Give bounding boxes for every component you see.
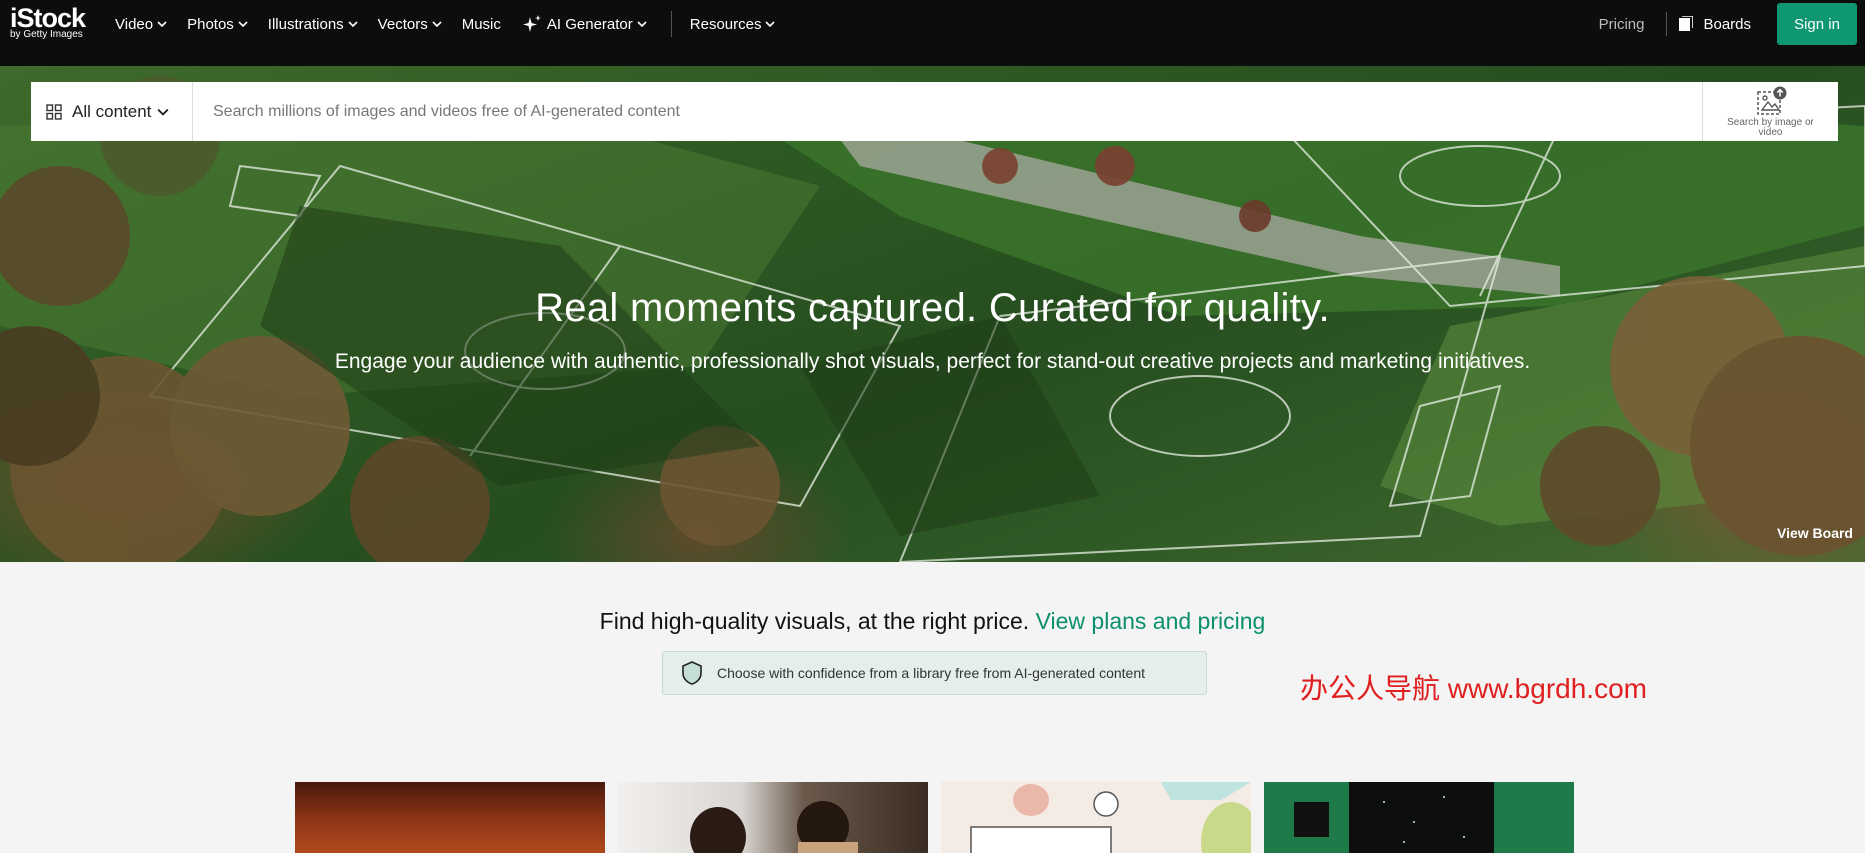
sign-in-button[interactable]: Sign in (1777, 3, 1857, 45)
chevron-down-icon (157, 108, 169, 116)
image-search-button[interactable]: Search by image or video (1702, 82, 1838, 141)
sparkle-icon (522, 15, 541, 32)
thumbnail-row (295, 782, 1574, 853)
nav-divider (1666, 12, 1668, 36)
nav-menu: Video Photos Illustrations Vectors Music… (115, 0, 795, 48)
view-plans-link[interactable]: View plans and pricing (1036, 608, 1266, 634)
boards-link[interactable]: Boards (1679, 16, 1751, 33)
thumbnail-image (690, 801, 858, 853)
ai-free-banner: Choose with confidence from a library fr… (662, 651, 1207, 695)
content-type-label: All content (72, 101, 152, 121)
boards-icon (1679, 16, 1694, 31)
hero-subtitle: Engage your audience with authentic, pro… (334, 350, 1531, 373)
chevron-down-icon (348, 21, 358, 28)
nav-right: Pricing Boards Sign in (1599, 0, 1865, 48)
shield-icon (682, 661, 702, 685)
thumbnail-image (1264, 782, 1574, 853)
nav-item-label: Photos (187, 15, 234, 33)
image-upload-icon (1756, 86, 1786, 115)
nav-item-music[interactable]: Music (462, 16, 501, 33)
nav-item-vectors[interactable]: Vectors (378, 16, 442, 33)
istock-logo[interactable]: iStock by Getty Images (10, 3, 86, 40)
nav-item-photos[interactable]: Photos (187, 16, 248, 33)
pricing-tagline: Find high-quality visuals, at the right … (0, 608, 1865, 635)
tagline-text: Find high-quality visuals, at the right … (599, 608, 1030, 634)
nav-divider (670, 11, 672, 37)
nav-item-illustrations[interactable]: Illustrations (268, 16, 358, 33)
grid-icon (46, 103, 62, 120)
top-nav: iStock by Getty Images Video Photos Illu… (0, 0, 1865, 66)
boards-label: Boards (1703, 15, 1751, 33)
nav-item-video[interactable]: Video (115, 16, 167, 33)
hero-title: Real moments captured. Curated for quali… (535, 286, 1330, 330)
logo-main: iStock (10, 3, 86, 33)
logo-sub: by Getty Images (10, 29, 83, 40)
thumbnail-people[interactable] (618, 782, 928, 853)
thumbnail-illustration[interactable] (941, 782, 1251, 853)
chevron-down-icon (765, 21, 776, 28)
watermark-text: 办公人导航 www.bgrdh.com (1300, 673, 1647, 704)
chevron-down-icon (637, 21, 647, 28)
thumbnail-image (970, 782, 1251, 853)
pricing-link[interactable]: Pricing (1599, 16, 1645, 33)
ai-free-text: Choose with confidence from a library fr… (717, 665, 1145, 681)
content-type-dropdown[interactable]: All content (31, 82, 193, 141)
nav-item-resources[interactable]: Resources (690, 16, 776, 33)
chevron-down-icon (432, 21, 442, 28)
thumbnail-sunset[interactable] (295, 782, 605, 853)
chevron-down-icon (157, 21, 167, 28)
nav-item-label: Illustrations (267, 15, 344, 33)
nav-item-ai-generator[interactable]: AI Generator (521, 13, 647, 35)
chevron-down-icon (238, 21, 248, 28)
nav-item-label: AI Generator (546, 15, 633, 33)
search-input[interactable] (193, 82, 1702, 141)
nav-item-label: Video (115, 15, 154, 33)
nav-item-label: Music (461, 15, 501, 33)
nav-item-label: Resources (689, 15, 762, 33)
view-board-link[interactable]: View Board (1777, 525, 1853, 541)
image-search-label: Search by image or video (1727, 116, 1814, 138)
search-bar: All content Search by image or video (31, 82, 1838, 141)
thumbnail-circuit[interactable] (1264, 782, 1574, 853)
nav-item-label: Vectors (377, 15, 428, 33)
